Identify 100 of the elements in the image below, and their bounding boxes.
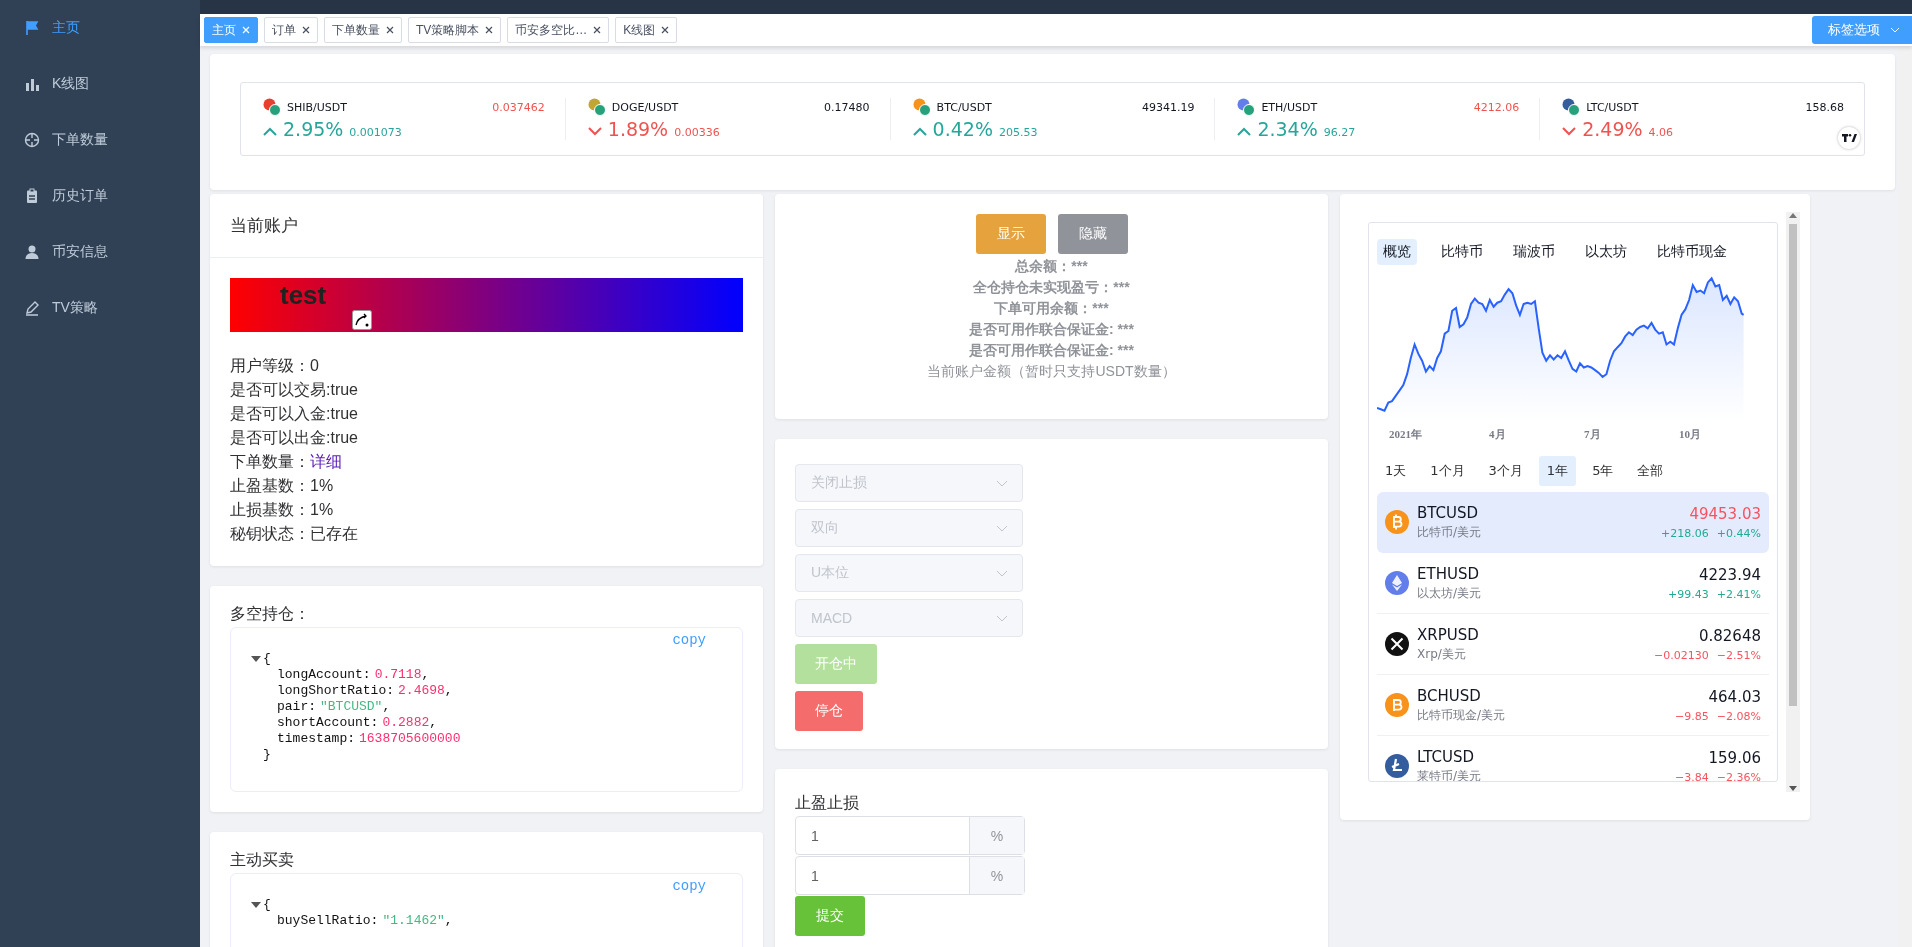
json-line: timestamp: 1638705600000 <box>276 731 462 747</box>
menu-item-icon <box>24 132 40 148</box>
chevron-down-icon <box>996 614 1008 622</box>
percent-input-field[interactable]: 1 % <box>795 856 1025 895</box>
symbol-name: LTCUSD <box>1417 747 1476 766</box>
close-icon[interactable] <box>302 26 310 34</box>
price-value: 158.68 <box>1805 100 1844 114</box>
scrollbar[interactable] <box>1786 212 1800 792</box>
market-tab[interactable]: 以太坊 <box>1579 239 1633 265</box>
range-button[interactable]: 1个月 <box>1422 456 1473 486</box>
close-icon[interactable] <box>661 26 670 34</box>
card-title: 当前账户 <box>210 194 763 258</box>
scroll-down-icon[interactable] <box>1789 786 1797 792</box>
bitcoin-icon <box>1385 510 1409 534</box>
litecoin-icon <box>1385 754 1409 778</box>
change-value: 4.06 <box>1648 126 1674 139</box>
change-percent: 2.49% <box>1582 118 1643 140</box>
pair-label: LTC/USDT <box>1586 100 1639 114</box>
page-tab[interactable]: K线图 <box>615 17 678 43</box>
ethereum-icon <box>1385 571 1409 595</box>
change-percent: +2.41% <box>1716 587 1761 601</box>
symbol-row[interactable]: BCHUSD 比特币现金/美元 464.03 −9.85 −2.08% <box>1377 675 1769 736</box>
page-tab[interactable]: 订单 <box>264 17 318 43</box>
market-tab[interactable]: 比特币现金 <box>1651 239 1733 265</box>
change-percent: +0.44% <box>1716 526 1761 540</box>
change-value: 0.001073 <box>349 126 402 139</box>
info-line: 止盈基数：1% <box>230 476 335 496</box>
json-line: longAccount: 0.7118, <box>276 667 431 683</box>
market-tab[interactable]: 瑞波币 <box>1507 239 1561 265</box>
sidebar-item[interactable]: TV策略 <box>0 280 200 336</box>
sidebar-item[interactable]: 主页 <box>0 0 200 56</box>
symbol-row[interactable]: XRPUSD Xrp/美元 0.82648 −0.02130 −2.51% <box>1377 614 1769 675</box>
card-title: 主动买卖 <box>230 850 295 870</box>
change-percent: −2.51% <box>1716 648 1761 662</box>
pair-label: BTC/USDT <box>936 100 992 114</box>
info-line: 秘钥状态：已存在 <box>230 524 359 544</box>
change-value: 96.27 <box>1323 126 1356 139</box>
detail-link[interactable]: 详细 <box>310 453 342 470</box>
pair-label: DOGE/USDT <box>611 100 679 114</box>
price-value: 0.037462 <box>492 100 545 114</box>
market-tab[interactable]: 比特币 <box>1435 239 1489 265</box>
symbol-name: XRPUSD <box>1417 625 1480 644</box>
sidebar-item[interactable]: 下单数量 <box>0 112 200 168</box>
symbol-row[interactable]: ETHUSD 以太坊/美元 4223.94 +99.43 +2.41% <box>1377 553 1769 614</box>
range-button[interactable]: 5年 <box>1584 456 1622 486</box>
scrollbar[interactable] <box>1898 46 1912 947</box>
symbol-name: BCHUSD <box>1417 686 1482 705</box>
close-icon[interactable] <box>386 26 394 34</box>
info-line: 是否可以入金:true <box>230 404 359 424</box>
range-button[interactable]: 1天 <box>1377 456 1415 486</box>
coin-icon <box>1237 98 1256 116</box>
json-line: buySellRatio: "1.1462", <box>276 913 454 929</box>
page-tab[interactable]: 币安多空比… <box>507 17 610 43</box>
price-value: 0.17480 <box>824 100 870 114</box>
collapse-caret-icon[interactable] <box>251 902 261 908</box>
change-percent: 0.42% <box>932 118 993 140</box>
info-line: 止损基数：1% <box>230 500 335 520</box>
coin-icon <box>1562 98 1581 116</box>
collapse-caret-icon[interactable] <box>251 656 261 662</box>
symbol-name: ETHUSD <box>1417 564 1480 583</box>
symbol-description: Xrp/美元 <box>1417 645 1467 663</box>
sidebar-item[interactable]: 币安信息 <box>0 224 200 280</box>
coin-icon <box>912 98 931 116</box>
close-icon[interactable] <box>485 26 494 34</box>
change-percent: 2.95% <box>283 118 344 140</box>
percent-input-field[interactable]: 1 % <box>795 816 1025 855</box>
range-button[interactable]: 1年 <box>1538 456 1577 486</box>
chart-logo-icon <box>1838 127 1860 149</box>
market-tab[interactable]: 概览 <box>1377 239 1417 265</box>
json-brace: } <box>262 747 272 763</box>
balance-line: 下单可用余额：*** <box>993 299 1110 318</box>
symbol-row[interactable]: LTCUSD 莱特币/美元 159.06 −3.84 −2.36% <box>1377 736 1769 781</box>
scroll-up-icon[interactable] <box>1789 212 1797 218</box>
sidebar-item[interactable]: K线图 <box>0 56 200 112</box>
coin-icon <box>263 98 281 116</box>
range-button[interactable]: 全部 <box>1629 456 1672 486</box>
change-value: 0.00336 <box>674 126 720 139</box>
balance-note: 当前账户金额（暂时只支持USDT数量） <box>926 362 1177 381</box>
change-value: −0.02130 <box>1654 648 1709 662</box>
change-value: 205.53 <box>998 126 1038 139</box>
symbol-row[interactable]: BTCUSD 比特币/美元 49453.03 +218.06 +0.44% <box>1377 492 1769 553</box>
change-percent: −2.08% <box>1716 709 1761 723</box>
chevron-down-icon <box>1890 27 1900 33</box>
page-tab[interactable]: 下单数量 <box>324 17 402 43</box>
info-line: 是否可以出金:true <box>230 428 359 448</box>
sidebar-item[interactable]: 历史订单 <box>0 168 200 224</box>
change-value: −9.85 <box>1675 709 1709 723</box>
symbol-description: 比特币/美元 <box>1417 523 1483 541</box>
info-line: 下单数量：详细 <box>230 452 343 472</box>
symbol-description: 莱特币/美元 <box>1417 767 1483 781</box>
range-button[interactable]: 3个月 <box>1480 456 1531 486</box>
menu-item-icon <box>24 188 40 204</box>
translate-icon[interactable] <box>352 310 372 330</box>
close-icon[interactable] <box>593 26 602 34</box>
symbol-description: 以太坊/美元 <box>1417 584 1483 602</box>
info-line: 用户等级：0 <box>230 356 320 376</box>
coin-icon <box>587 98 606 116</box>
symbol-price: 464.03 <box>1707 687 1761 706</box>
balance-line: 是否可用作联合保证金: *** <box>968 341 1135 360</box>
page-tab[interactable]: TV策略脚本 <box>408 17 502 43</box>
